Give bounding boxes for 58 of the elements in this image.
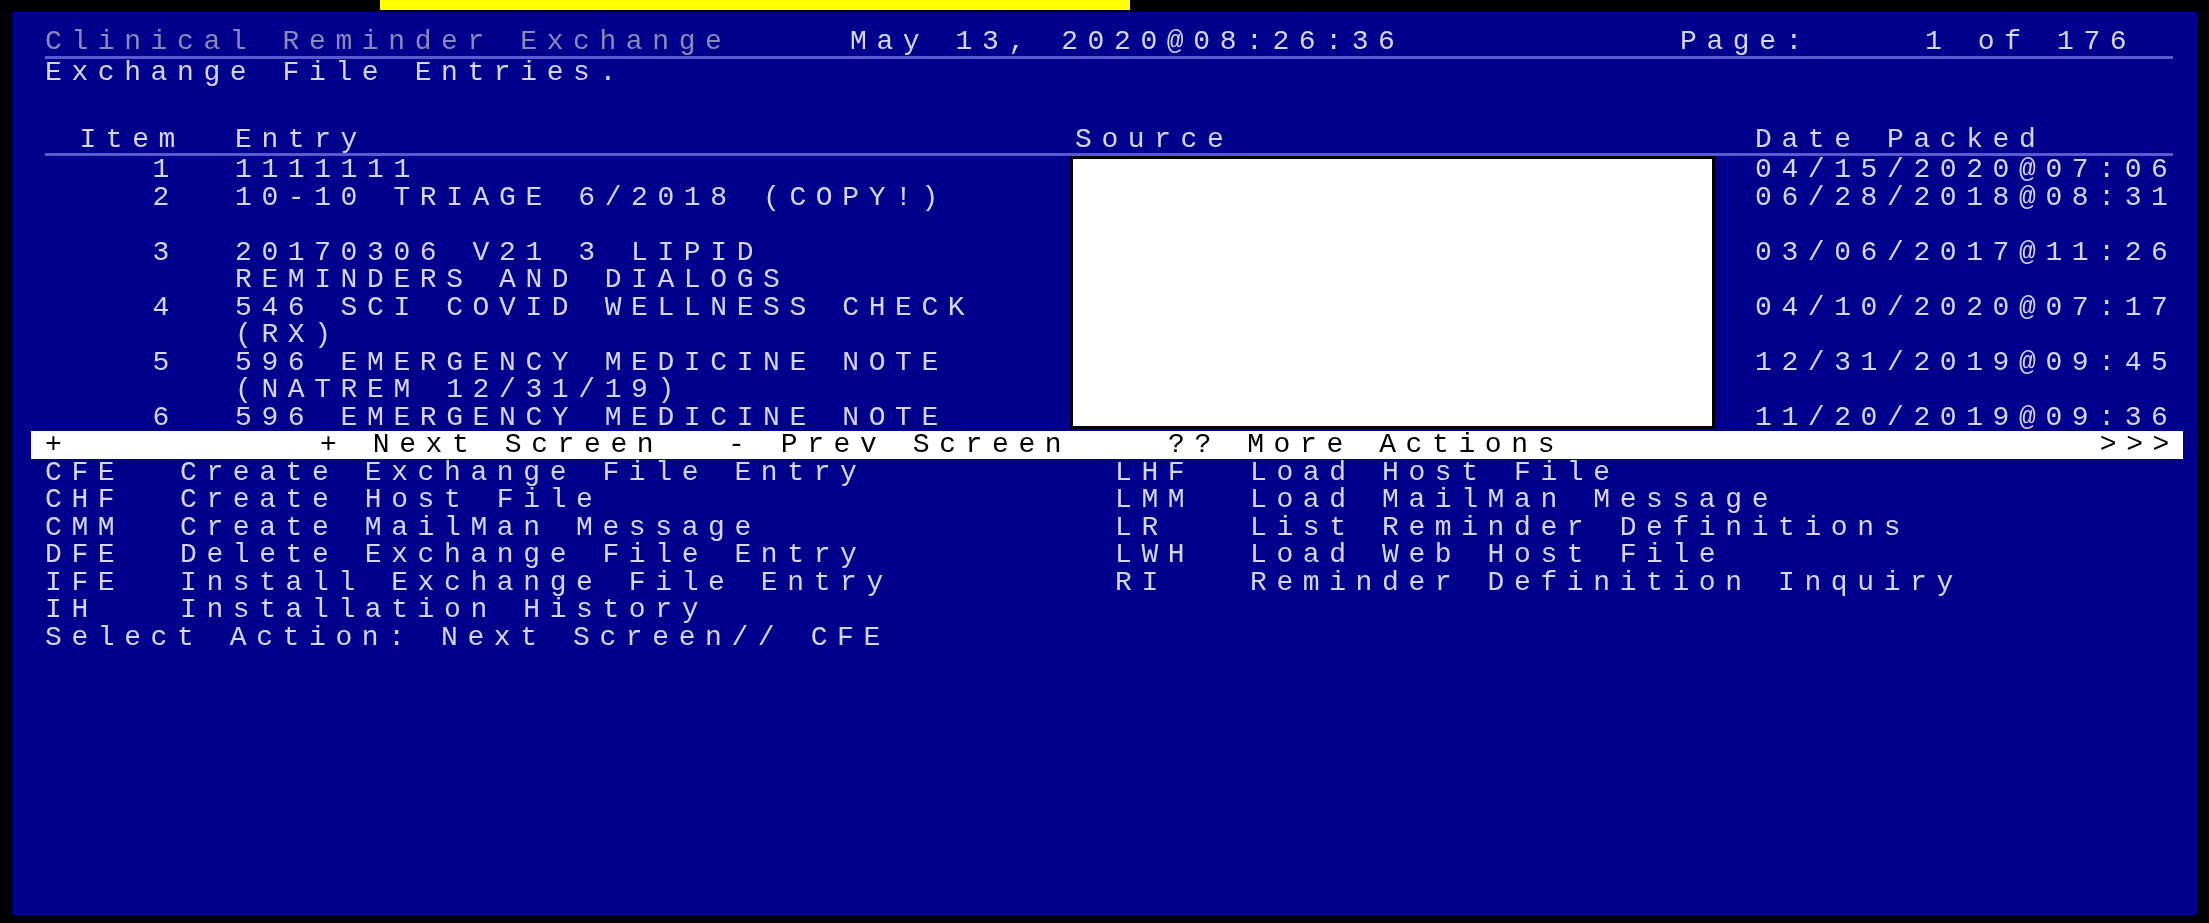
action-code: CHF — [45, 486, 126, 514]
column-header: Source — [1075, 125, 1235, 153]
page-count: 1 of 176 — [1925, 28, 2137, 56]
column-header: Entry — [234, 125, 368, 153]
item-number: 3 — [152, 238, 179, 266]
entry-name: 20170306 V21 3 LIPID — [235, 238, 765, 266]
more-actions-hint: ?? More Actions — [1168, 431, 1566, 459]
date-packed: 12/31/2019@09:45 — [1755, 348, 2178, 376]
timestamp: May 13, 2020@08:26:36 — [850, 28, 1406, 56]
entry-name: 546 SCI COVID WELLNESS CHECK — [235, 293, 976, 321]
action-code: LMM — [1115, 486, 1196, 514]
action-code: LWH — [1115, 541, 1196, 569]
date-packed: 04/10/2020@07:17 — [1755, 293, 2178, 321]
entry-name: REMINDERS AND DIALOGS — [235, 266, 791, 294]
prev-screen-hint: - Prev Screen — [728, 431, 1073, 459]
more-arrows: >>> — [2099, 431, 2180, 459]
item-number: 5 — [152, 348, 179, 376]
bar-marker: + — [45, 431, 73, 459]
action-label: Load Web Host File — [1250, 541, 1726, 569]
command-prompt: Select Action: Next Screen// CFE — [45, 623, 891, 651]
action-code: DFE — [45, 541, 126, 569]
action-label: Create Host File — [180, 486, 603, 514]
screen-title: Clinical Reminder Exchange — [45, 28, 733, 56]
item-number: 4 — [152, 293, 179, 321]
action-label: Load MailMan Message — [1250, 486, 1779, 514]
entry-name: 10-10 TRIAGE 6/2018 (COPY!) — [235, 183, 949, 211]
date-packed: 11/20/2019@09:36 — [1755, 403, 2178, 431]
action-code: LR — [1115, 513, 1169, 541]
entry-name: 596 EMERGENCY MEDICINE NOTE — [235, 348, 949, 376]
action-code: LHF — [1115, 458, 1196, 486]
action-label: List Reminder Definitions — [1250, 513, 1911, 541]
entry-name: (NATREM 12/31/19) — [235, 376, 685, 404]
action-label: Load Host File — [1250, 458, 1620, 486]
action-code: CFE — [45, 458, 126, 486]
item-number: 2 — [152, 183, 179, 211]
page-label: Page: — [1680, 28, 1813, 56]
item-number: 6 — [152, 403, 179, 431]
screen-subtitle: Exchange File Entries. — [45, 58, 627, 86]
item-number: 1 — [152, 156, 179, 184]
date-packed: 04/15/2020@07:06 — [1755, 156, 2178, 184]
action-label: Delete Exchange File Entry — [180, 541, 867, 569]
date-packed: 06/28/2018@08:31 — [1755, 183, 2178, 211]
action-label: Create Exchange File Entry — [180, 458, 867, 486]
action-label: Create MailMan Message — [180, 513, 761, 541]
action-code: CMM — [45, 513, 126, 541]
action-code: RI — [1115, 568, 1169, 596]
action-code: IH — [45, 596, 99, 624]
entry-name: (RX) — [235, 321, 342, 349]
action-label: Install Exchange File Entry — [180, 568, 893, 596]
column-header: Item — [78, 125, 186, 153]
entry-name: 596 EMERGENCY MEDICINE NOTE — [235, 403, 949, 431]
next-screen-hint: + Next Screen — [320, 431, 665, 459]
date-packed: 03/06/2017@11:26 — [1755, 238, 2178, 266]
entry-name: 1111111 — [235, 156, 421, 184]
action-label: Reminder Definition Inquiry — [1250, 568, 1963, 596]
action-code: IFE — [45, 568, 126, 596]
action-label: Installation History — [180, 596, 709, 624]
column-header: Date Packed — [1755, 125, 2047, 153]
